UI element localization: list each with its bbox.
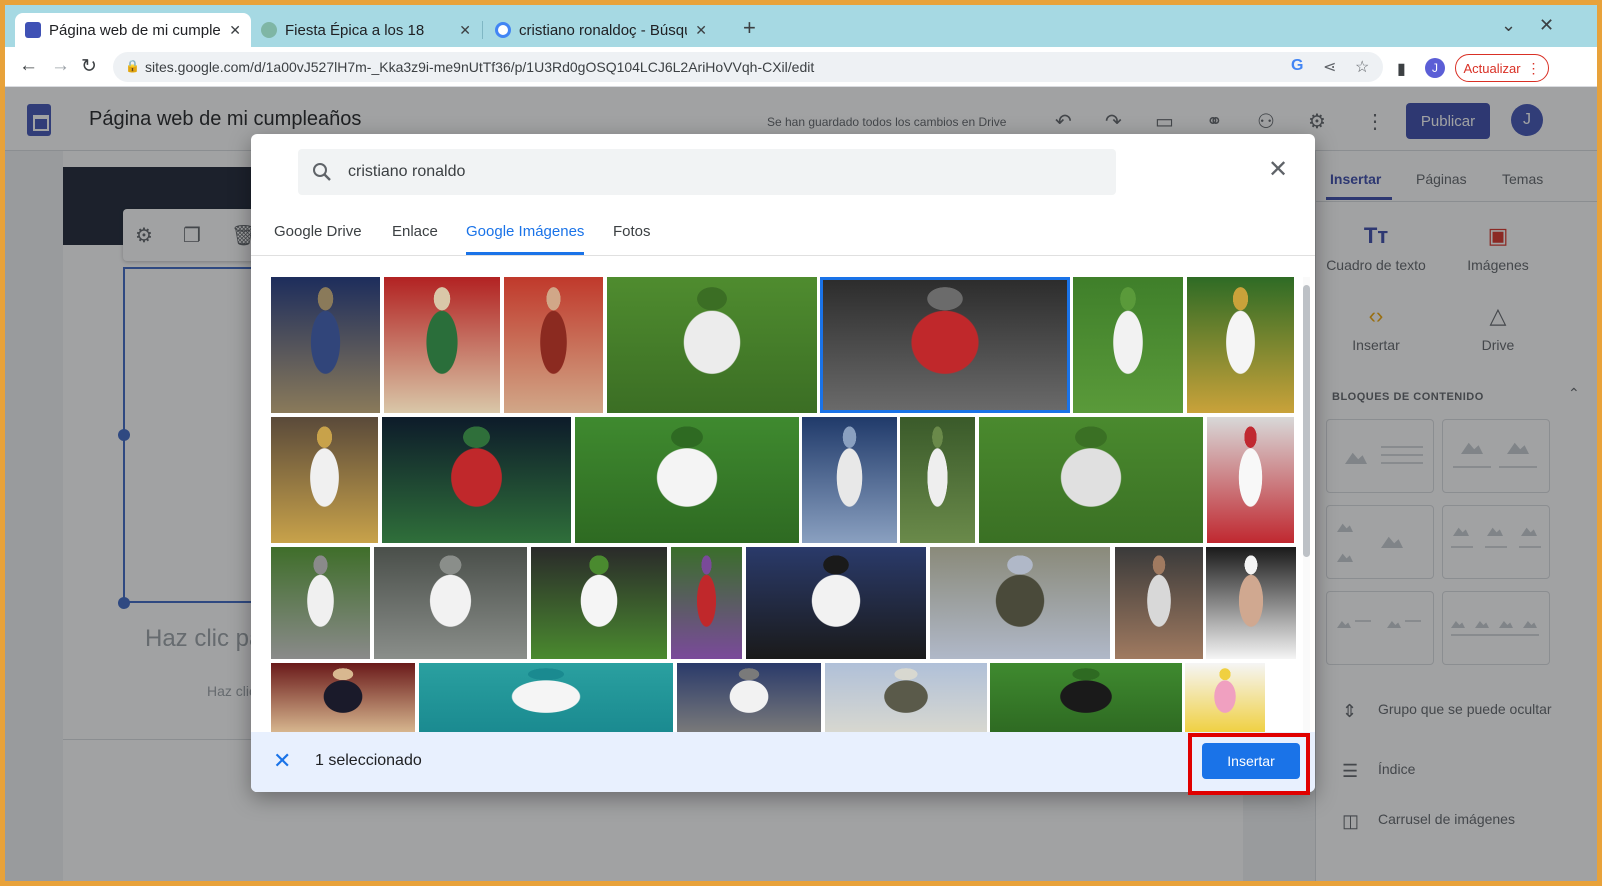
bookmark-star-icon[interactable]: ☆ [1355, 57, 1369, 77]
google-favicon-icon [495, 22, 511, 38]
forward-arrow-icon[interactable]: → [51, 55, 70, 77]
image-result-tv-broadcast[interactable] [979, 417, 1203, 543]
image-result-two-players-talking[interactable] [677, 663, 821, 732]
image-result-player-white-field[interactable] [1073, 277, 1183, 413]
browser-tab-sites[interactable]: Página web de mi cumpleaños ✕ [15, 13, 251, 47]
update-button[interactable]: Actualizar ⋮ [1455, 54, 1549, 82]
image-result-two-men-formal[interactable] [271, 663, 415, 732]
tab-title: Fiesta Épica a los 18 [285, 21, 425, 39]
image-result-celebration-red[interactable] [820, 277, 1070, 413]
browser-profile-avatar[interactable]: J [1425, 58, 1445, 78]
image-result-red-kit-running[interactable] [671, 547, 742, 659]
tab-strip: Página web de mi cumpleaños ✕ Fiesta Épi… [5, 5, 1597, 47]
close-dialog-icon[interactable]: ✕ [1268, 158, 1288, 182]
tab-google-imagenes[interactable]: Google Imágenes [466, 223, 584, 240]
url-text: sites.google.com/d/1a00vJ527lH7m-_Kka3z9… [145, 59, 815, 75]
image-result-tunnel[interactable] [802, 417, 897, 543]
tab-google-drive[interactable]: Google Drive [274, 223, 362, 240]
image-result-madrid-crowd[interactable] [271, 417, 378, 543]
image-search-box [298, 149, 1116, 195]
image-result-back-number-7[interactable] [374, 547, 527, 659]
image-result-celebration-white[interactable] [531, 547, 667, 659]
image-result-portugal-white[interactable] [1207, 417, 1294, 543]
browser-tab-google[interactable]: cristiano ronaldoç - Búsqueda de Google … [485, 13, 717, 47]
image-result-statue-city[interactable] [930, 547, 1110, 659]
reload-icon[interactable]: ↻ [81, 55, 97, 78]
image-result-actor-portrait[interactable] [1206, 547, 1296, 659]
browser-window: Página web de mi cumpleaños ✕ Fiesta Épi… [5, 5, 1597, 881]
browser-toolbar: ← → ↻ 🔒 sites.google.com/d/1a00vJ527lH7m… [5, 47, 1597, 87]
update-label: Actualizar [1463, 60, 1521, 76]
image-result-two-players-hug[interactable] [271, 547, 370, 659]
image-result-man-beard[interactable] [1115, 547, 1203, 659]
share-icon[interactable]: ⋖ [1323, 57, 1336, 77]
image-result-player-portugal-red[interactable] [384, 277, 500, 413]
sites-favicon-icon [25, 22, 41, 38]
tabs-divider [251, 255, 1315, 256]
clear-selection-icon[interactable]: ✕ [273, 748, 291, 774]
window-close-icon[interactable]: ✕ [1539, 15, 1554, 36]
new-tab-button[interactable]: + [743, 17, 756, 39]
image-results-grid [271, 277, 1297, 732]
browser-tab-fiesta[interactable]: Fiesta Épica a los 18 ✕ [251, 13, 481, 47]
google-lens-icon[interactable]: G [1291, 57, 1303, 75]
image-result-portugal-team[interactable] [746, 547, 926, 659]
tab-fotos[interactable]: Fotos [613, 223, 651, 240]
highlight-annotation [1188, 733, 1310, 795]
selected-count: 1 seleccionado [315, 752, 422, 769]
image-result-portrait-red[interactable] [504, 277, 603, 413]
image-result-portugal-kick[interactable] [382, 417, 571, 543]
back-arrow-icon[interactable]: ← [19, 55, 38, 77]
more-vert-icon: ⋮ [1526, 59, 1541, 76]
tab-enlace[interactable]: Enlace [392, 223, 438, 240]
image-result-yacht-sea[interactable] [419, 663, 673, 732]
close-tab-icon[interactable]: ✕ [229, 22, 241, 39]
image-result-watercolor-art[interactable] [1185, 663, 1265, 732]
insert-image-dialog: ✕ Google Drive Enlace Google Imágenes Fo… [251, 134, 1315, 792]
image-result-ronaldo-back-7[interactable] [575, 417, 799, 543]
tab-title: Página web de mi cumpleaños [49, 21, 221, 39]
tab-search-chevron-icon[interactable]: ⌄ [1501, 15, 1516, 36]
image-result-statue-harbor[interactable] [825, 663, 987, 732]
image-result-player-sitting-grass[interactable] [607, 277, 817, 413]
grid-scrollbar[interactable] [1303, 277, 1310, 732]
tab-title: cristiano ronaldoç - Búsqueda de Google [519, 21, 687, 39]
lock-icon: 🔒 [125, 59, 140, 73]
search-icon [313, 163, 331, 181]
image-result-back-black-kit[interactable] [990, 663, 1182, 732]
address-bar[interactable]: 🔒 sites.google.com/d/1a00vJ527lH7m-_Kka3… [113, 52, 1383, 82]
tab-separator [482, 21, 483, 39]
side-panel-icon[interactable]: ▮ [1397, 59, 1406, 79]
image-result-player-blue-kit[interactable] [271, 277, 380, 413]
selection-footer: ✕ 1 seleccionado Insertar [251, 732, 1315, 792]
image-result-ballon-dor[interactable] [1187, 277, 1294, 413]
scrollbar-thumb[interactable] [1303, 285, 1310, 557]
close-tab-icon[interactable]: ✕ [459, 22, 471, 39]
image-result-players-walking[interactable] [900, 417, 975, 543]
close-tab-icon[interactable]: ✕ [695, 22, 707, 39]
chatgpt-favicon-icon [261, 22, 277, 38]
search-input[interactable] [348, 159, 1048, 185]
